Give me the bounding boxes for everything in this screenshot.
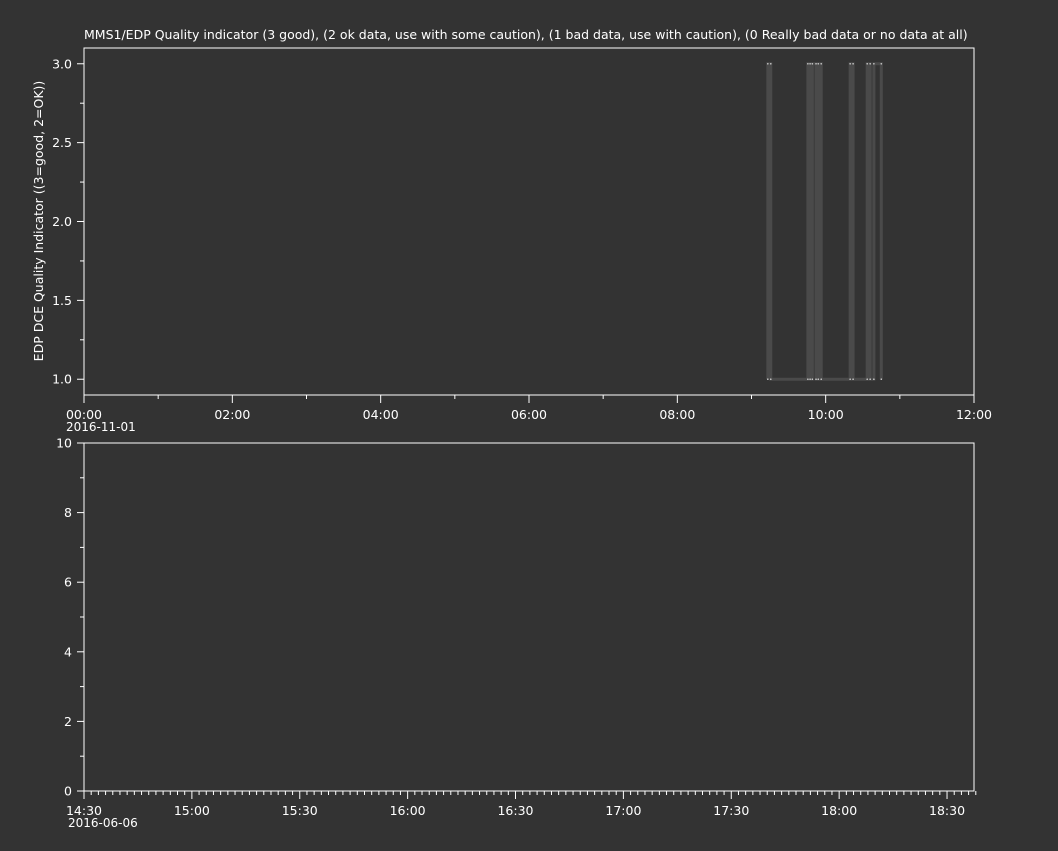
data-point [866, 378, 868, 381]
data-point [869, 378, 871, 381]
data-point [873, 378, 875, 381]
data-point [852, 378, 854, 381]
y-tick-label: 2.0 [52, 214, 72, 229]
data-point [809, 378, 811, 381]
data-point [767, 378, 769, 381]
data-point [767, 62, 769, 65]
background [0, 0, 1058, 851]
data-point [869, 62, 871, 65]
x-tick-label: 18:00 [821, 803, 857, 818]
y-tick-label: 4 [64, 644, 72, 659]
x-tick-label: 04:00 [363, 407, 399, 422]
data-point [852, 62, 854, 65]
y-tick-label: 2 [64, 714, 72, 729]
y-tick-label: 1.0 [52, 372, 72, 387]
data-point [811, 62, 814, 65]
data-point [880, 378, 883, 381]
data-point [866, 62, 868, 65]
data-point [815, 62, 817, 65]
x-tick-label: 02:00 [214, 407, 250, 422]
x-tick-label: 12:00 [956, 407, 992, 422]
x-tick-label: 10:00 [808, 407, 844, 422]
x-tick-label: 15:30 [282, 803, 318, 818]
chart-title: MMS1/EDP Quality indicator (3 good), (2 … [84, 27, 968, 42]
y-axis-label: EDP DCE Quality Indicator ((3=good, 2=OK… [31, 81, 46, 362]
data-point [769, 378, 772, 381]
data-point [849, 62, 851, 65]
date-label: 2016-11-01 [66, 420, 136, 434]
data-point [880, 62, 883, 65]
data-point [820, 378, 823, 381]
y-tick-label: 8 [64, 505, 72, 520]
x-tick-label: 16:00 [390, 803, 426, 818]
x-tick-label: 08:00 [659, 407, 695, 422]
data-point [873, 62, 875, 65]
x-tick-label: 16:30 [497, 803, 533, 818]
y-tick-label: 2.5 [52, 135, 72, 150]
y-tick-label: 10 [56, 436, 72, 451]
data-point [817, 62, 820, 65]
x-tick-label: 15:00 [174, 803, 210, 818]
data-point [769, 62, 772, 65]
y-tick-label: 0 [64, 784, 72, 799]
data-point [809, 62, 811, 65]
y-tick-label: 3.0 [52, 56, 72, 71]
data-point [811, 378, 814, 381]
data-point [820, 62, 823, 65]
data-point [849, 378, 851, 381]
data-point [817, 378, 820, 381]
x-tick-label: 06:00 [511, 407, 547, 422]
x-tick-label: 17:00 [605, 803, 641, 818]
x-tick-label: 17:30 [713, 803, 749, 818]
chart-canvas: MMS1/EDP Quality indicator (3 good), (2 … [0, 0, 1058, 851]
y-tick-label: 1.5 [52, 293, 72, 308]
data-point [807, 62, 809, 65]
date-label: 2016-06-06 [68, 816, 138, 830]
data-point [807, 378, 809, 381]
x-tick-label: 18:30 [929, 803, 965, 818]
data-point [815, 378, 817, 381]
y-tick-label: 6 [64, 575, 72, 590]
